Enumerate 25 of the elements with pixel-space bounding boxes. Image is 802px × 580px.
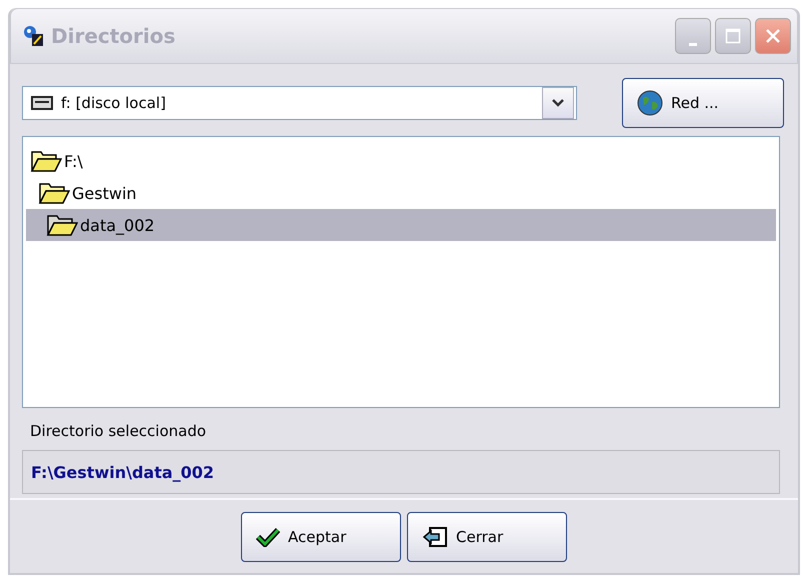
minimize-button[interactable] <box>675 18 711 54</box>
folder-icon <box>38 181 70 205</box>
selected-path-field: F:\Gestwin\data_002 <box>22 450 780 494</box>
exit-icon <box>422 526 448 548</box>
folder-item[interactable]: Gestwin <box>26 177 776 209</box>
maximize-button[interactable] <box>715 18 751 54</box>
close-button[interactable] <box>755 18 791 54</box>
drive-dropdown[interactable]: f: [disco local] <box>22 86 577 120</box>
selected-directory-label: Directorio seleccionado <box>29 421 208 442</box>
chevron-down-icon <box>552 99 564 107</box>
minimize-icon <box>689 42 697 46</box>
accept-button[interactable]: Aceptar <box>241 512 401 562</box>
folder-item[interactable]: F:\ <box>26 145 776 177</box>
network-button[interactable]: Red ... <box>622 78 784 128</box>
window-title: Directorios <box>51 24 176 48</box>
folder-icon <box>46 213 78 237</box>
drive-icon <box>31 96 53 110</box>
close-icon <box>764 27 782 45</box>
globe-icon <box>637 90 663 116</box>
maximize-icon <box>725 28 741 44</box>
app-icon <box>23 25 45 47</box>
close-dialog-button[interactable]: Cerrar <box>407 512 567 562</box>
checkmark-icon <box>256 526 280 546</box>
folder-item[interactable]: data_002 <box>26 209 776 241</box>
folder-icon <box>30 149 62 173</box>
